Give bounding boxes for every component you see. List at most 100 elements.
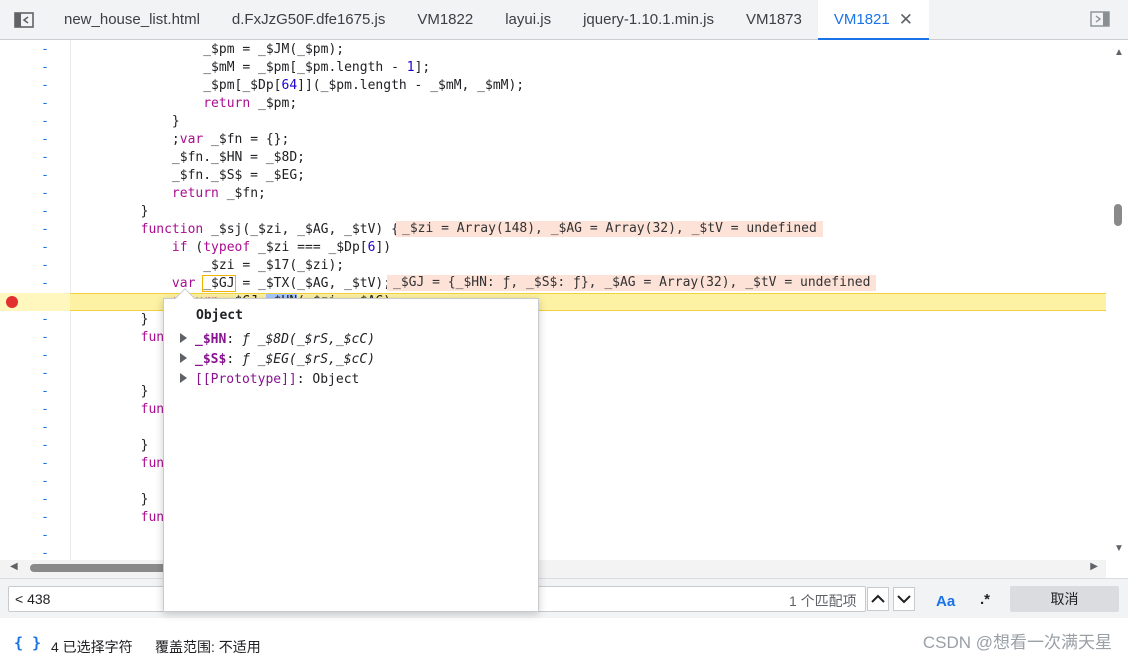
line-number-marker[interactable]: -	[40, 149, 50, 167]
chevron-down-icon[interactable]: ▼	[1114, 543, 1124, 554]
line-number-marker[interactable]: -	[40, 311, 50, 329]
line-number-marker[interactable]: -	[40, 401, 50, 419]
tab-vm1821[interactable]: VM1821 ✕	[817, 0, 930, 40]
popover-prop-hn[interactable]: _$HN: ƒ _$8D(_$rS,_$cC)	[180, 332, 375, 347]
inline-value-gj: _$GJ = {_$HN: ƒ, _$S$: ƒ}, _$AG = Array(…	[387, 275, 877, 291]
tab-d-fxjzg50f[interactable]: d.FxJzG50F.dfe1675.js	[216, 0, 401, 39]
code-line[interactable]: - return _$pm;	[0, 95, 1106, 113]
line-number-marker[interactable]: -	[40, 113, 50, 131]
code-line[interactable]: - _$fn._$HN = _$8D;	[0, 149, 1106, 167]
pretty-print-button[interactable]: { }	[14, 634, 41, 652]
line-number-marker[interactable]: -	[40, 365, 50, 383]
line-number-marker[interactable]: -	[40, 203, 50, 221]
line-number-marker[interactable]: -	[40, 527, 50, 545]
line-number-marker[interactable]: -	[40, 491, 50, 509]
code-line[interactable]: - ;var _$fn = {};	[0, 131, 1106, 149]
match-count: 1 个匹配项	[789, 593, 857, 609]
line-number-marker[interactable]: -	[40, 41, 50, 59]
tab-vm1822[interactable]: VM1822	[401, 0, 489, 39]
toggle-navigator-button[interactable]	[0, 0, 48, 39]
tab-label: d.FxJzG50F.dfe1675.js	[231, 11, 386, 28]
line-number-marker[interactable]: -	[40, 419, 50, 437]
code-line[interactable]: - _$mM = _$pm[_$pm.length - 1];	[0, 59, 1106, 77]
line-number-marker[interactable]: -	[40, 455, 50, 473]
line-number-marker[interactable]: -	[40, 383, 50, 401]
popover-prop-s[interactable]: _$S$: ƒ _$EG(_$rS,_$cC)	[180, 352, 375, 367]
code-text: }	[78, 384, 149, 399]
line-number-marker[interactable]: -	[40, 437, 50, 455]
tab-label: layui.js	[505, 11, 552, 28]
previous-match-button[interactable]	[867, 587, 889, 611]
code-text: function _$sj(_$zi, _$AG, _$tV) {	[140, 222, 399, 237]
code-line[interactable]: - if (typeof _$zi === _$Dp[6])	[0, 239, 1106, 257]
tab-layui[interactable]: layui.js	[489, 0, 567, 39]
code-line[interactable]: - }	[0, 113, 1106, 131]
prop-key: _$HN	[195, 332, 227, 347]
code-text: if (typeof _$zi === _$Dp[6])	[171, 240, 392, 255]
code-text: _$mM = _$pm[_$pm.length - 1];	[78, 60, 431, 75]
code-line[interactable]: - }	[0, 203, 1106, 221]
chevron-up-icon[interactable]: ▲	[1114, 47, 1124, 58]
code-text: _$fn._$S$ = _$EG;	[78, 168, 305, 183]
chevron-right-icon[interactable]: ▶	[1090, 561, 1098, 572]
code-text: }	[78, 204, 149, 219]
tab-label: new_house_list.html	[64, 11, 200, 28]
line-number-marker[interactable]: -	[40, 275, 50, 293]
match-case-button[interactable]: Aa	[936, 593, 955, 610]
code-line[interactable]: - _$zi = _$17(_$zi);	[0, 257, 1106, 275]
expand-triangle-icon[interactable]	[180, 353, 187, 363]
chevron-up-icon	[871, 594, 885, 603]
prop-value: Object	[312, 372, 360, 387]
inline-value-sj: _$zi = Array(148), _$AG = Array(32), _$t…	[396, 221, 823, 237]
line-number-marker[interactable]: -	[40, 329, 50, 347]
code-text: }	[78, 438, 149, 453]
code-text: }	[78, 492, 149, 507]
line-number-marker[interactable]: -	[40, 347, 50, 365]
cancel-button[interactable]: 取消	[1010, 586, 1119, 612]
tab-jquery[interactable]: jquery-1.10.1.min.js	[567, 0, 730, 39]
breakpoint-icon[interactable]	[6, 296, 18, 308]
object-preview-popover: Object _$HN: ƒ _$8D(_$rS,_$cC) _$S$: ƒ _…	[163, 288, 539, 612]
line-number-marker[interactable]: -	[40, 185, 50, 203]
close-icon[interactable]: ✕	[899, 11, 913, 28]
vertical-scroll-thumb[interactable]	[1114, 204, 1122, 226]
line-number-marker[interactable]: -	[40, 77, 50, 95]
code-text: ;var _$fn = {};	[78, 132, 290, 147]
expand-triangle-icon[interactable]	[180, 333, 187, 343]
line-number-marker[interactable]: -	[40, 239, 50, 257]
watermark: CSDN @想看一次满天星	[922, 633, 1112, 652]
tab-new-house-list[interactable]: new_house_list.html	[48, 0, 216, 39]
code-text: var _$GJ = _$TX(_$AG, _$tV);	[171, 275, 392, 292]
line-number-marker[interactable]: -	[40, 545, 50, 560]
horizontal-scroll-thumb[interactable]	[30, 564, 180, 572]
popover-title: Object	[196, 308, 243, 323]
next-match-button[interactable]	[893, 587, 915, 611]
line-number-marker[interactable]: -	[40, 257, 50, 275]
line-number-marker[interactable]: -	[40, 221, 50, 239]
code-text: return _$fn;	[171, 186, 266, 201]
toggle-debugger-button[interactable]	[1090, 11, 1110, 30]
code-line[interactable]: - return _$fn;	[0, 185, 1106, 203]
tab-label: VM1822	[417, 11, 474, 28]
line-number-marker[interactable]: -	[40, 131, 50, 149]
line-number-marker[interactable]: -	[40, 95, 50, 113]
expand-triangle-icon[interactable]	[180, 373, 187, 383]
line-number-marker[interactable]: -	[40, 167, 50, 185]
vertical-scrollbar[interactable]: ▲ ▼	[1106, 40, 1128, 560]
code-text: }	[78, 312, 149, 327]
line-number-marker[interactable]: -	[40, 59, 50, 77]
line-number-marker[interactable]: -	[40, 509, 50, 527]
code-text: _$pm = _$JM(_$pm);	[78, 42, 345, 57]
code-line[interactable]: - _$pm = _$JM(_$pm);	[0, 41, 1106, 59]
code-text: }	[78, 114, 180, 129]
line-number-marker[interactable]: -	[40, 473, 50, 491]
tab-vm1873[interactable]: VM1873	[730, 0, 818, 39]
prop-key: _$S$	[195, 352, 227, 367]
chevron-left-icon[interactable]: ◀	[10, 561, 18, 572]
code-line[interactable]: - _$fn._$S$ = _$EG;	[0, 167, 1106, 185]
code-line[interactable]: - _$pm[_$Dp[64]](_$pm.length - _$mM, _$m…	[0, 77, 1106, 95]
prop-value: ƒ _$8D(_$rS,_$cC)	[241, 332, 376, 347]
regex-button[interactable]: .*	[980, 591, 990, 608]
chevron-down-icon	[897, 595, 911, 604]
popover-prop-prototype[interactable]: [[Prototype]]: Object	[180, 372, 359, 387]
